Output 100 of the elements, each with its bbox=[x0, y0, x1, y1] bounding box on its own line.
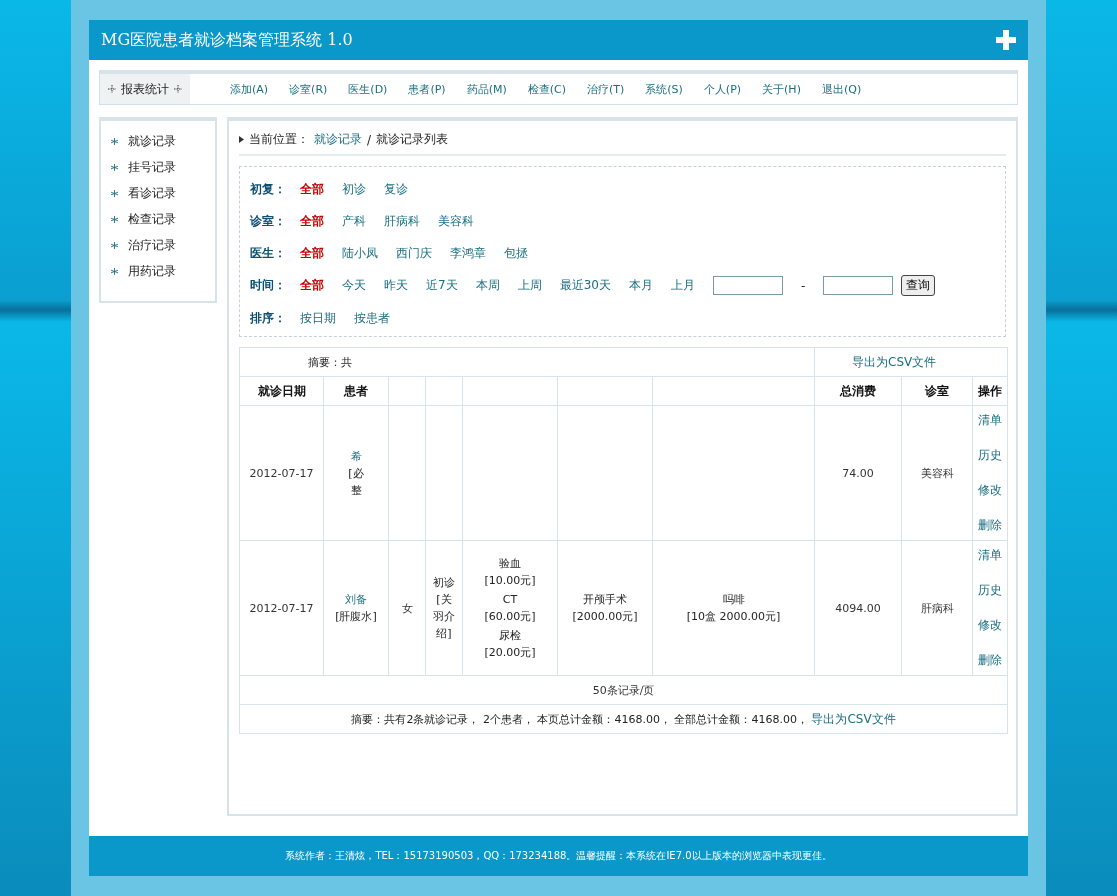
filter-option[interactable]: 美容科 bbox=[438, 212, 474, 230]
sex-cell: 女 bbox=[388, 540, 426, 676]
menu-link[interactable]: 诊室(R) bbox=[289, 81, 328, 97]
exam-text: [60.00元] bbox=[484, 610, 536, 623]
total-cell: 74.00 bbox=[814, 405, 902, 541]
filter-option[interactable]: 包拯 bbox=[504, 244, 528, 262]
filter-option[interactable]: 李鸿章 bbox=[450, 244, 486, 262]
breadcrumb-link[interactable]: 就诊记录 bbox=[314, 131, 362, 148]
treatment-text: [2000.00元] bbox=[572, 610, 638, 623]
filter-label: 排序： bbox=[250, 309, 286, 327]
column-header: 诊室 bbox=[901, 376, 973, 406]
action-link[interactable]: 修改 bbox=[973, 482, 1008, 499]
current-menu-item[interactable]: 报表统计 bbox=[100, 74, 190, 104]
visit-text: 初诊 bbox=[433, 576, 455, 589]
query-button[interactable]: 查询 bbox=[901, 275, 936, 296]
sidebar-item[interactable]: 就诊记录 bbox=[111, 133, 215, 150]
sidebar-item[interactable]: 用药记录 bbox=[111, 263, 215, 280]
triangle-icon bbox=[239, 136, 244, 143]
summary-text: 摘要：共 bbox=[308, 355, 352, 369]
exam-text: [10.00元] bbox=[484, 574, 536, 587]
visit-text: 绍] bbox=[436, 627, 452, 640]
action-link[interactable]: 清单 bbox=[973, 412, 1008, 429]
column-header: 患者 bbox=[323, 376, 389, 406]
menu-link[interactable]: 检查(C) bbox=[527, 81, 566, 97]
cross-icon bbox=[174, 85, 182, 93]
exam-text: [20.00元] bbox=[484, 646, 536, 659]
filter-option[interactable]: 本周 bbox=[475, 277, 500, 294]
range-dash: - bbox=[800, 278, 806, 293]
filter-option[interactable]: 按患者 bbox=[354, 309, 390, 327]
menu-link[interactable]: 个人(P) bbox=[703, 81, 742, 97]
exam-text: CT bbox=[502, 593, 518, 606]
filter-option[interactable]: 本月 bbox=[628, 277, 653, 294]
filter-option[interactable]: 复诊 bbox=[384, 180, 408, 198]
filter-label: 诊室： bbox=[250, 212, 286, 230]
filter-option[interactable]: 陆小凤 bbox=[342, 244, 378, 262]
filter-option[interactable]: 产科 bbox=[342, 212, 366, 230]
filter-option[interactable]: 按日期 bbox=[300, 309, 336, 327]
filter-label: 时间： bbox=[250, 277, 286, 294]
page-size-cell: 50条记录/页 bbox=[239, 675, 1008, 705]
exam-text: 验血 bbox=[499, 557, 521, 570]
filter-option[interactable]: 今天 bbox=[342, 277, 366, 294]
menu-link[interactable]: 治疗(T) bbox=[586, 81, 625, 97]
room-cell: 美容科 bbox=[901, 405, 973, 541]
action-link[interactable]: 历史 bbox=[973, 582, 1008, 599]
asterisk-icon bbox=[111, 190, 118, 197]
exam-text: 尿检 bbox=[499, 629, 521, 642]
filter-option[interactable]: 上月 bbox=[670, 277, 695, 294]
footer-text: 系统作者：王清炫，TEL：15173190503，QQ：173234188。温馨提醒：本系统在IE7.0以上版本的浏览器中表现更佳。 bbox=[285, 849, 832, 863]
column-header: 就诊日期 bbox=[239, 376, 324, 406]
column-header: 总消费 bbox=[814, 376, 902, 406]
menu-link[interactable]: 关于(H) bbox=[762, 81, 801, 97]
menu-link[interactable]: 药品(M) bbox=[466, 81, 507, 97]
sidebar-item[interactable]: 检查记录 bbox=[111, 211, 215, 228]
filter-option[interactable]: 肝病科 bbox=[384, 212, 420, 230]
asterisk-icon bbox=[111, 138, 118, 145]
filter-option[interactable]: 全部 bbox=[300, 244, 324, 262]
column-header: 操作 bbox=[972, 376, 1008, 406]
total-cell: 4094.00 bbox=[814, 540, 902, 676]
visit-text: 羽介 bbox=[433, 610, 455, 623]
date-from-field[interactable] bbox=[712, 276, 783, 295]
action-link[interactable]: 清单 bbox=[973, 547, 1008, 564]
asterisk-icon bbox=[111, 164, 118, 171]
sidebar-item[interactable]: 挂号记录 bbox=[111, 159, 215, 176]
menu-link[interactable]: 患者(P) bbox=[408, 81, 446, 97]
patient-note: 整 bbox=[350, 483, 362, 497]
filter-option[interactable]: 全部 bbox=[300, 277, 324, 294]
filter-option[interactable]: 昨天 bbox=[384, 277, 408, 294]
filter-option[interactable]: 最近30天 bbox=[559, 277, 611, 294]
export-link[interactable]: 导出为CSV文件 bbox=[811, 711, 896, 726]
action-link[interactable]: 删除 bbox=[973, 517, 1008, 534]
action-link[interactable]: 修改 bbox=[973, 617, 1008, 634]
filter-option[interactable]: 上周 bbox=[517, 277, 542, 294]
menu-link[interactable]: 退出(Q) bbox=[821, 81, 862, 97]
breadcrumb-label: 当前位置： bbox=[249, 131, 309, 148]
sidebar-item[interactable]: 治疗记录 bbox=[111, 237, 215, 254]
export-link[interactable]: 导出为CSV文件 bbox=[852, 354, 937, 369]
asterisk-icon bbox=[111, 268, 118, 275]
sidebar-item[interactable]: 看诊记录 bbox=[111, 185, 215, 202]
date-cell: 2012-07-17 bbox=[239, 405, 324, 541]
filter-label: 医生： bbox=[250, 244, 286, 262]
filter-option[interactable]: 初诊 bbox=[342, 180, 366, 198]
plus-icon[interactable] bbox=[996, 30, 1016, 50]
patient-note: [肝腹水] bbox=[335, 610, 377, 623]
date-to-field[interactable] bbox=[823, 276, 894, 295]
filter-option[interactable]: 近7天 bbox=[426, 277, 458, 294]
filter-option[interactable]: 全部 bbox=[300, 212, 324, 230]
breadcrumb-current: 就诊记录列表 bbox=[376, 131, 449, 148]
patient-note: [必 bbox=[348, 466, 364, 480]
filter-option[interactable]: 全部 bbox=[300, 180, 324, 198]
treatment-text: 开颅手术 bbox=[583, 593, 627, 606]
menu-link[interactable]: 添加(A) bbox=[230, 81, 269, 97]
menu-link[interactable]: 医生(D) bbox=[348, 81, 388, 97]
filter-option[interactable]: 西门庆 bbox=[396, 244, 432, 262]
action-link[interactable]: 历史 bbox=[973, 447, 1008, 464]
menu-link[interactable]: 系统(S) bbox=[645, 81, 683, 97]
room-cell: 肝病科 bbox=[901, 540, 973, 676]
drug-text: 吗啡 bbox=[722, 593, 745, 606]
filter-label: 初复： bbox=[250, 180, 286, 198]
asterisk-icon bbox=[111, 216, 118, 223]
action-link[interactable]: 删除 bbox=[973, 652, 1008, 669]
